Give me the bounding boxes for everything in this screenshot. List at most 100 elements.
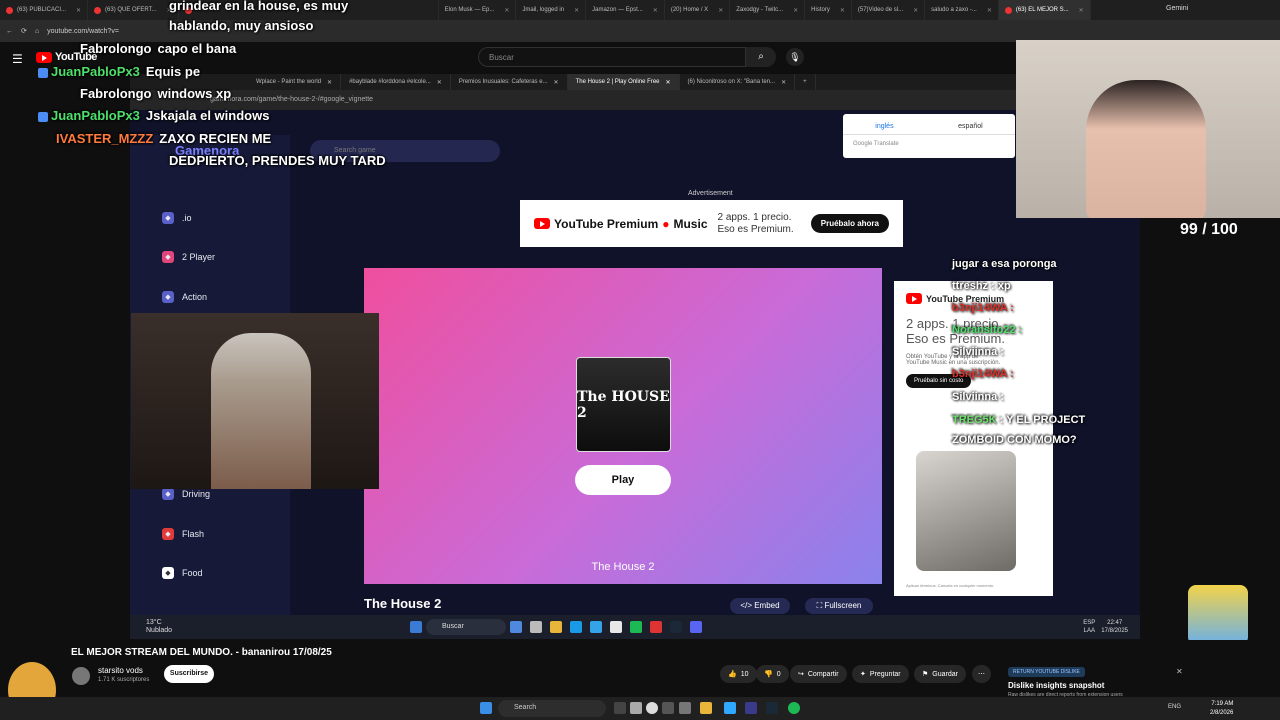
translate-lang-from[interactable]: inglés	[875, 123, 893, 130]
close-icon[interactable]: ✕	[574, 7, 579, 14]
folder-icon[interactable]	[550, 621, 562, 633]
outer-tab[interactable]: saludo a zaxo -... ✕	[925, 0, 999, 20]
windows-start-icon[interactable]	[410, 621, 422, 633]
outer-tab[interactable]: History ✕	[805, 0, 852, 20]
embed-button[interactable]: </> Embed	[730, 598, 790, 614]
outer-tab[interactable]: (57)Video de sl... ✕	[852, 0, 926, 20]
close-icon[interactable]: ✕	[793, 7, 798, 14]
microphone-icon[interactable]: 🎙	[786, 48, 804, 66]
rytd-panel: RETURN YOUTUBE DISLIKE Dislike insights …	[1008, 660, 1188, 698]
taskbar-search[interactable]: Search	[498, 700, 606, 717]
spotify-icon[interactable]	[630, 621, 642, 633]
category-driving[interactable]: ◆ Driving	[162, 488, 210, 500]
steam-icon[interactable]	[670, 621, 682, 633]
steam-icon[interactable]	[766, 702, 778, 714]
outer-tab[interactable]: Jmail, logged in ✕	[516, 0, 587, 20]
reload-icon[interactable]: ⟳	[21, 27, 27, 35]
inner-tab-label: Premios Inusuales: Cafeteras e...	[458, 79, 548, 85]
outer-tab[interactable]: (63) QUE OFERT... ✕	[88, 0, 179, 20]
close-icon[interactable]: ✕	[718, 7, 723, 14]
gemini-button[interactable]: Gemini	[1166, 5, 1188, 12]
category-food[interactable]: ◆ Food	[162, 567, 203, 579]
ad-cta-button[interactable]: Pruébalo ahora	[810, 214, 889, 233]
clock[interactable]: 7:19 AM 2/8/2026	[1210, 700, 1233, 718]
language-indicator[interactable]: ENG	[1168, 704, 1181, 710]
search-icon[interactable]: ⌕	[746, 47, 776, 67]
chat-line: grindear en la house, es muy	[169, 0, 349, 13]
task-view-icon[interactable]	[614, 702, 626, 714]
outer-url[interactable]: youtube.com/watch?v=	[47, 28, 119, 35]
like-button[interactable]: 👍 10	[720, 665, 757, 683]
close-icon[interactable]: ✕	[840, 7, 845, 14]
inner-tab[interactable]: (6) Niconitroso on X: "Bana ten... ✕	[680, 74, 796, 90]
inner-tab[interactable]: #bayblade #lorddona #elcole... ✕	[341, 74, 451, 90]
close-icon[interactable]: ✕	[504, 7, 509, 14]
new-tab-icon[interactable]: +	[795, 74, 816, 90]
chrome-icon[interactable]	[610, 621, 622, 633]
dislike-button[interactable]: 👎 0	[756, 665, 789, 683]
home-icon[interactable]: ⌂	[35, 28, 39, 35]
app-icon[interactable]	[510, 621, 522, 633]
more-actions-button[interactable]: ⋯	[972, 665, 991, 683]
close-icon[interactable]: ✕	[653, 7, 658, 14]
close-icon[interactable]: ✕	[781, 79, 786, 86]
close-icon[interactable]: ✕	[666, 79, 671, 86]
app-icon[interactable]	[650, 621, 662, 633]
photoshop-icon[interactable]	[724, 702, 736, 714]
chrome-icon[interactable]	[646, 702, 658, 714]
discord-icon[interactable]	[690, 621, 702, 633]
category-action[interactable]: ◆ Action	[162, 291, 207, 303]
close-icon[interactable]: ✕	[327, 79, 332, 86]
close-icon[interactable]: ✕	[437, 79, 442, 86]
close-icon[interactable]: ✕	[76, 7, 81, 14]
save-button[interactable]: ⚑ Guardar	[914, 665, 966, 683]
close-icon[interactable]: ✕	[987, 7, 992, 14]
folder-icon[interactable]	[700, 702, 712, 714]
category-flash[interactable]: ◆ Flash	[162, 528, 204, 540]
youtube-search-input[interactable]: Buscar	[478, 47, 746, 67]
outer-tab[interactable]: (63) PUBLICACI... ✕	[0, 0, 89, 20]
category-icon: ◆	[162, 488, 174, 500]
app-icon[interactable]	[662, 702, 674, 714]
spotify-icon[interactable]	[788, 702, 800, 714]
app-icon[interactable]	[679, 702, 691, 714]
ad-text: 2 apps. 1 precio. Eso es Premium.	[717, 211, 794, 235]
translate-lang-to[interactable]: español	[958, 123, 983, 130]
inner-taskbar-search[interactable]: Buscar	[426, 619, 506, 635]
outer-tab[interactable]: Zaxodgy - Twitc... ✕	[730, 0, 806, 20]
inner-address-bar[interactable]: gamenora.com/game/the-house-2-/#google_v…	[130, 90, 1140, 110]
outer-tab[interactable]: (20) Home / X ✕	[665, 0, 731, 20]
close-icon[interactable]: ✕	[913, 7, 918, 14]
subscribe-button[interactable]: Suscribirse	[164, 665, 214, 683]
app-icon[interactable]	[530, 621, 542, 633]
ad-banner-top[interactable]: YouTube Premium ● Music 2 apps. 1 precio. E…	[520, 200, 903, 247]
outer-tab[interactable]: Jamazon — Epst... ✕	[586, 0, 665, 20]
play-button[interactable]: Play	[575, 465, 671, 495]
close-icon[interactable]: ✕	[1079, 7, 1084, 14]
menu-icon[interactable]: ☰	[12, 52, 23, 66]
share-button[interactable]: ↪ Compartir	[790, 665, 847, 683]
fullscreen-button[interactable]: ⛶ Fullscreen	[805, 598, 873, 614]
inner-tab[interactable]: Wplace - Paint the world ✕	[248, 74, 342, 90]
inner-tab-active[interactable]: The House 2 | Play Online Free ✕	[567, 74, 680, 90]
chat-line: Fabrolongo windows xp	[80, 86, 232, 101]
channel-name[interactable]: starsito vods	[98, 666, 143, 675]
inner-tab-label: #bayblade #lorddona #elcole...	[349, 79, 431, 85]
back-icon[interactable]: ←	[6, 28, 13, 35]
edge-icon[interactable]	[570, 621, 582, 633]
outer-tab[interactable]: Elon Musk — Ep... ✕	[439, 0, 517, 20]
inner-tab[interactable]: Premios Inusuales: Cafeteras e... ✕	[451, 74, 568, 90]
google-translate-popup: inglés español Google Translate	[843, 114, 1015, 158]
premiere-icon[interactable]	[745, 702, 757, 714]
app-icon[interactable]	[590, 621, 602, 633]
ask-button[interactable]: ✦ Preguntar	[852, 665, 909, 683]
outer-tab-active[interactable]: (63) EL MEJOR S... ✕	[998, 0, 1091, 20]
close-icon[interactable]: ✕	[554, 79, 559, 86]
avatar[interactable]	[72, 667, 90, 685]
category-io[interactable]: ◆ .io	[162, 212, 192, 224]
category-2-player[interactable]: ◆ 2 Player	[162, 251, 215, 263]
windows-start-icon[interactable]	[480, 702, 492, 714]
weather-widget[interactable]: 13°C Nublado	[146, 619, 406, 635]
app-icon[interactable]	[630, 702, 642, 714]
close-icon[interactable]: ✕	[1176, 667, 1183, 676]
